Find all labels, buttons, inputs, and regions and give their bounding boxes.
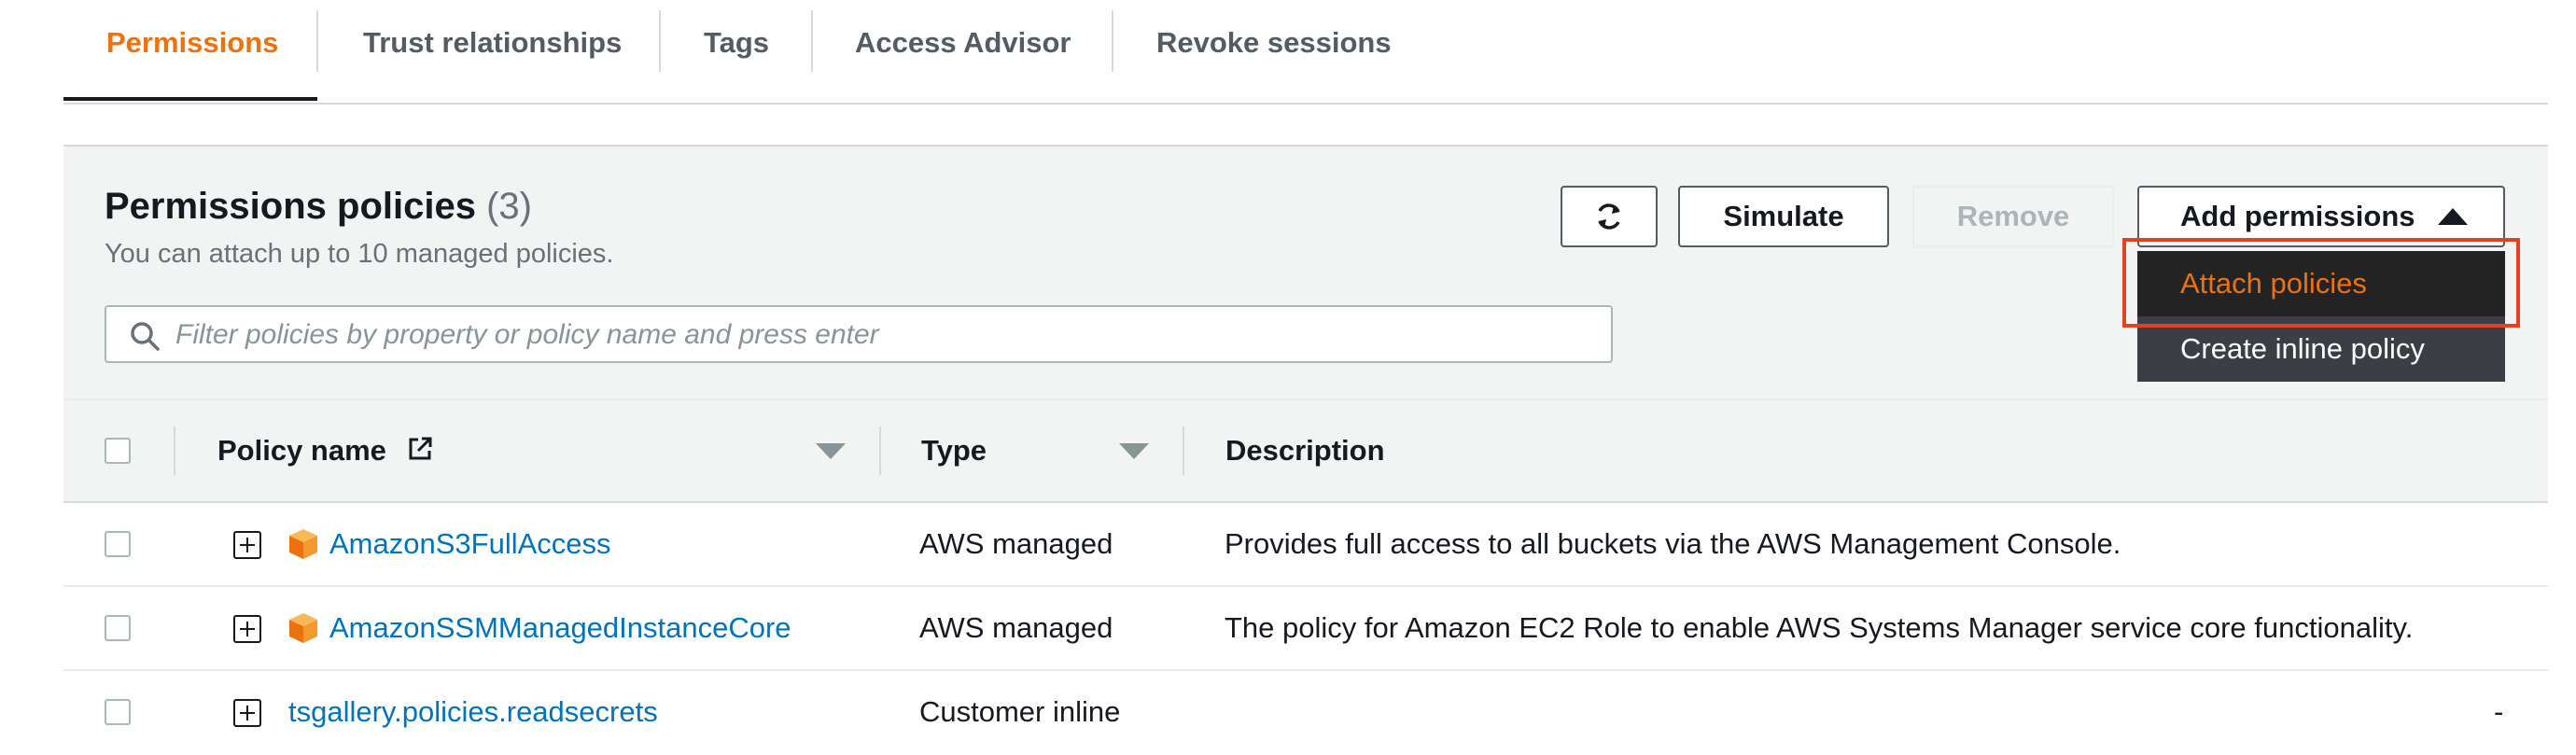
add-permissions-menu: Attach policies Create inline policy [2137,251,2505,382]
expand-row-icon[interactable] [233,615,261,643]
column-header-policy-name[interactable]: Policy name [217,400,434,501]
refresh-button[interactable] [1561,186,1658,247]
active-tab-indicator [63,97,317,101]
policy-count: (3) [486,186,532,227]
tab-trust-relationships[interactable]: Trust relationships [363,0,622,86]
add-permissions-label: Add permissions [2180,200,2415,232]
policy-type: AWS managed [919,611,1113,644]
table-row: AmazonSSMManagedInstanceCore AWS managed… [63,587,2548,671]
policy-type: AWS managed [919,527,1113,560]
remove-button[interactable]: Remove [1912,186,2114,247]
panel-header: Permissions policies (3) You can attach … [63,147,2548,398]
row-checkbox[interactable] [105,531,131,557]
policy-description: The policy for Amazon EC2 Role to enable… [1225,611,2414,644]
aws-managed-policy-icon [289,613,317,643]
column-header-policy-name-label: Policy name [217,434,386,467]
column-divider [879,426,881,475]
add-permissions-button[interactable]: Add permissions [2137,186,2505,247]
policy-name-link[interactable]: AmazonS3FullAccess [329,503,611,585]
table-row: tsgallery.policies.readsecrets Customer … [63,671,2548,755]
tab-divider [811,10,813,72]
sort-down-icon[interactable] [1119,443,1149,459]
tab-divider [1112,10,1113,72]
table-header: Policy name Type Description [63,398,2548,503]
column-divider [174,426,175,475]
menu-item-create-inline-policy[interactable]: Create inline policy [2137,316,2505,382]
caret-up-icon [2438,208,2468,225]
policy-description: Provides full access to all buckets via … [1225,527,2121,560]
tab-tags[interactable]: Tags [704,0,769,86]
tab-permissions[interactable]: Permissions [106,0,278,86]
external-link-icon[interactable] [406,435,434,463]
permissions-policies-panel: Permissions policies (3) You can attach … [63,145,2548,744]
column-header-type[interactable]: Type [921,400,987,501]
tab-divider [316,10,318,72]
tab-bar: Permissions Trust relationships Tags Acc… [63,0,2548,105]
tab-access-advisor[interactable]: Access Advisor [855,0,1071,86]
menu-item-attach-policies[interactable]: Attach policies [2137,251,2505,316]
tab-divider [659,10,661,72]
column-header-description[interactable]: Description [1225,400,1385,501]
simulate-button[interactable]: Simulate [1678,186,1889,247]
aws-managed-policy-icon [289,529,317,559]
search-icon [131,322,160,351]
policy-name-link[interactable]: AmazonSSMManagedInstanceCore [329,587,791,669]
select-all-checkbox[interactable] [105,438,131,464]
refresh-icon [1598,203,1620,230]
tab-revoke-sessions[interactable]: Revoke sessions [1156,0,1392,86]
row-checkbox[interactable] [105,615,131,641]
panel-subtitle: You can attach up to 10 managed policies… [105,239,614,269]
sort-down-icon[interactable] [816,443,846,459]
policy-filter[interactable] [105,305,1613,363]
expand-row-icon[interactable] [233,699,261,727]
expand-row-icon[interactable] [233,531,261,559]
panel-title-text: Permissions policies [105,186,476,227]
search-input[interactable] [174,307,1596,363]
panel-title: Permissions policies (3) [105,186,532,228]
column-divider [1183,426,1184,475]
row-checkbox[interactable] [105,699,131,725]
table-row: AmazonS3FullAccess AWS managed Provides … [63,503,2548,587]
